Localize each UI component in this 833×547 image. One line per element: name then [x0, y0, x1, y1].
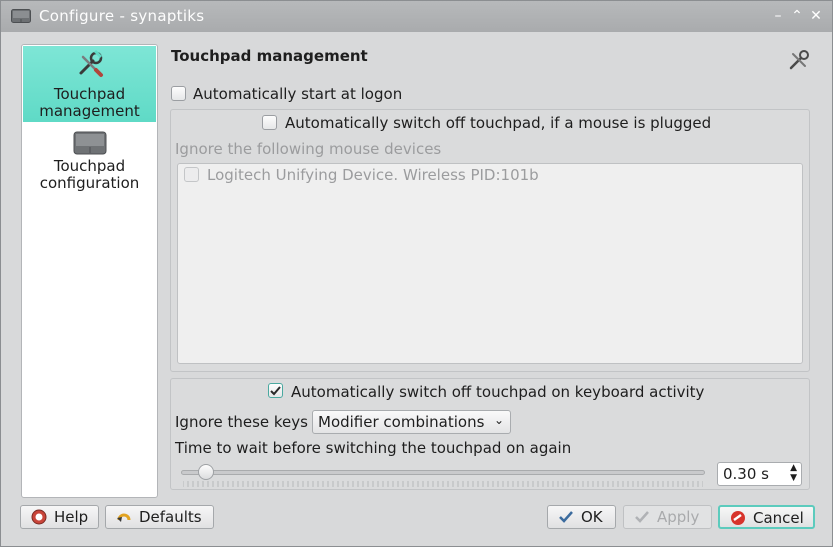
window-title: Configure - synaptiks: [39, 7, 205, 25]
ignore-keys-select[interactable]: Modifier combinations ⌄: [312, 410, 511, 434]
ignore-keys-label: Ignore these keys: [175, 413, 308, 431]
help-icon: [31, 509, 47, 525]
cancel-label: Cancel: [753, 509, 804, 527]
help-label: Help: [54, 508, 89, 526]
apply-label: Apply: [657, 508, 700, 526]
close-icon[interactable]: ✕: [807, 7, 825, 25]
wrench-icon: [789, 50, 809, 70]
sidebar-item-label: Touchpad: [53, 85, 126, 103]
cancel-button[interactable]: Cancel: [718, 505, 815, 529]
minimize-icon[interactable]: –: [769, 7, 787, 25]
device-checkbox[interactable]: [184, 167, 199, 182]
touchpad-icon: [73, 131, 107, 155]
page-title: Touchpad management: [171, 47, 368, 65]
wait-spinbox[interactable]: 0.30 s ▲ ▼: [717, 462, 802, 486]
touchpad-app-icon: [11, 9, 31, 23]
sidebar-item-label: configuration: [39, 174, 140, 192]
sidebar-item-touchpad-configuration[interactable]: Touchpad configuration: [23, 131, 156, 201]
sidebar-item-touchpad-management[interactable]: Touchpad management: [23, 46, 156, 122]
wait-label: Time to wait before switching the touchp…: [175, 439, 572, 457]
sidebar-item-label: Touchpad: [53, 157, 126, 175]
mouse-device-list[interactable]: [177, 163, 803, 364]
help-button[interactable]: Help: [20, 505, 99, 529]
keyboard-switch-label[interactable]: Automatically switch off touchpad on key…: [291, 383, 704, 401]
ignore-mouse-label: Ignore the following mouse devices: [175, 140, 442, 158]
wait-slider[interactable]: [181, 470, 705, 475]
auto-start-label[interactable]: Automatically start at logon: [193, 85, 402, 103]
chevron-down-icon: ⌄: [493, 413, 504, 427]
configure-window: Configure - synaptiks – ⌃ ✕ Touchpad man…: [0, 0, 833, 547]
ok-button[interactable]: OK: [547, 505, 616, 529]
sidebar: Touchpad management Touchpad configurati…: [21, 44, 158, 498]
ok-label: OK: [581, 508, 603, 526]
checkmark-icon: [270, 386, 281, 396]
checkmark-icon: [559, 511, 573, 523]
slider-ticks: [183, 481, 703, 487]
maximize-icon[interactable]: ⌃: [788, 7, 806, 25]
spin-arrows-icon[interactable]: ▲ ▼: [790, 463, 797, 483]
defaults-button[interactable]: Defaults: [105, 505, 214, 529]
device-label: Logitech Unifying Device. Wireless PID:1…: [207, 166, 539, 184]
cancel-icon: [731, 511, 745, 525]
ignore-keys-value: Modifier combinations: [318, 413, 485, 431]
auto-start-checkbox[interactable]: [171, 86, 186, 101]
checkmark-icon: [635, 511, 649, 523]
sidebar-item-label: management: [39, 102, 140, 120]
wrench-screwdriver-icon: [79, 49, 103, 77]
wait-value: 0.30 s: [723, 465, 769, 483]
keyboard-switch-checkbox[interactable]: [268, 383, 283, 398]
mouse-switch-checkbox[interactable]: [262, 115, 277, 130]
title-bar[interactable]: Configure - synaptiks – ⌃ ✕: [1, 1, 832, 32]
mouse-switch-label[interactable]: Automatically switch off touchpad, if a …: [285, 114, 711, 132]
defaults-label: Defaults: [139, 508, 202, 526]
apply-button[interactable]: Apply: [623, 505, 712, 529]
dialog-content: Touchpad management Touchpad configurati…: [1, 32, 832, 546]
defaults-icon: [117, 513, 131, 522]
